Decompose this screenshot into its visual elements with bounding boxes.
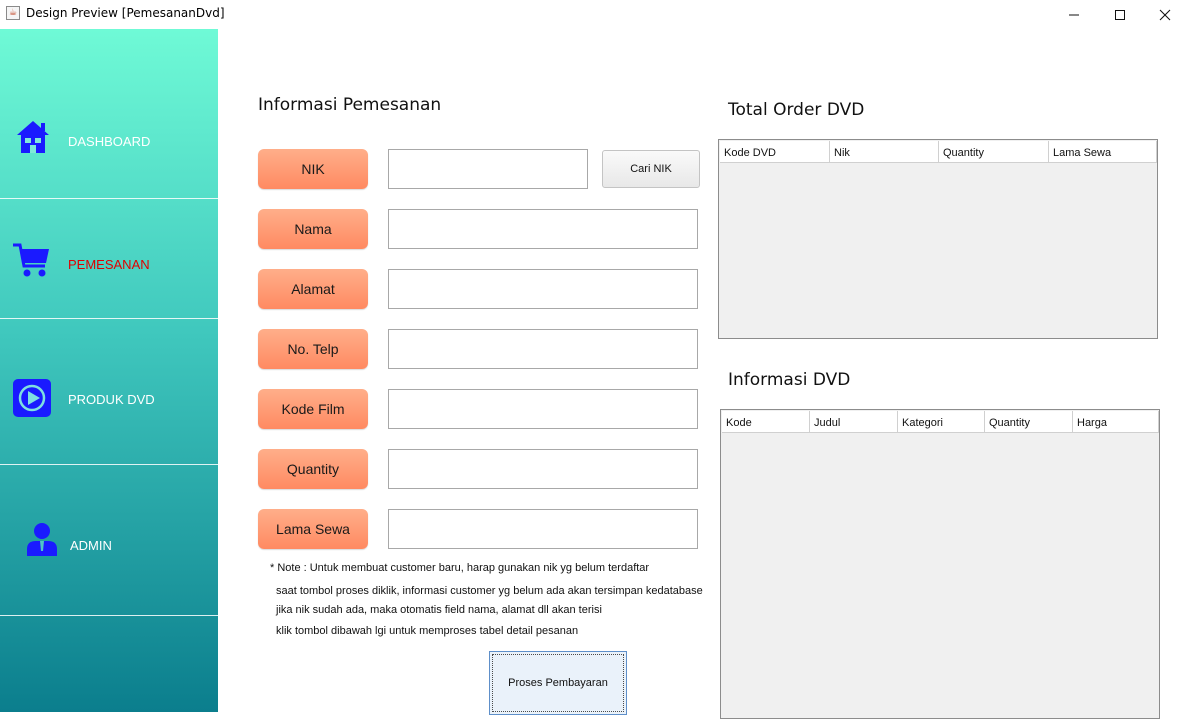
dvd-table[interactable]: Kode Judul Kategori Quantity Harga bbox=[720, 409, 1160, 719]
sidebar-item-label: ADMIN bbox=[70, 538, 112, 553]
column-header[interactable]: Judul bbox=[810, 411, 898, 433]
title-bar: ☕ Design Preview [PemesananDvd] bbox=[0, 0, 1185, 29]
sidebar-item-admin[interactable]: ADMIN bbox=[0, 465, 218, 616]
column-header[interactable]: Kode bbox=[722, 411, 810, 433]
minimize-icon bbox=[1069, 14, 1079, 15]
nama-label: Nama bbox=[258, 209, 368, 249]
lama-sewa-input[interactable] bbox=[388, 509, 698, 549]
column-header[interactable]: Quantity bbox=[939, 141, 1049, 163]
minimize-button[interactable] bbox=[1051, 0, 1097, 29]
order-table-header: Kode DVD Nik Quantity Lama Sewa bbox=[720, 141, 1157, 163]
sidebar-item-pemesanan[interactable]: PEMESANAN bbox=[0, 199, 218, 319]
cart-icon bbox=[13, 243, 49, 277]
maximize-icon bbox=[1115, 9, 1125, 20]
sidebar: DASHBOARD PEMESANAN PRODUK DVD ADMIN bbox=[0, 29, 218, 712]
column-header[interactable]: Harga bbox=[1073, 411, 1159, 433]
alamat-label: Alamat bbox=[258, 269, 368, 309]
play-icon bbox=[13, 379, 51, 417]
window-title: Design Preview [PemesananDvd] bbox=[26, 6, 225, 20]
maximize-button[interactable] bbox=[1097, 0, 1143, 29]
cari-nik-button[interactable]: Cari NIK bbox=[602, 150, 700, 188]
kode-film-label: Kode Film bbox=[258, 389, 368, 429]
no-telp-label: No. Telp bbox=[258, 329, 368, 369]
order-table[interactable]: Kode DVD Nik Quantity Lama Sewa bbox=[718, 139, 1158, 339]
no-telp-input[interactable] bbox=[388, 329, 698, 369]
sidebar-item-dashboard[interactable]: DASHBOARD bbox=[0, 29, 218, 199]
sidebar-item-produk-dvd[interactable]: PRODUK DVD bbox=[0, 319, 218, 465]
nama-input[interactable] bbox=[388, 209, 698, 249]
alamat-input[interactable] bbox=[388, 269, 698, 309]
note-line: saat tombol proses diklik, informasi cus… bbox=[276, 585, 703, 597]
dvd-table-header: Kode Judul Kategori Quantity Harga bbox=[722, 411, 1159, 433]
column-header[interactable]: Quantity bbox=[985, 411, 1073, 433]
sidebar-item-label: PRODUK DVD bbox=[68, 392, 155, 407]
sidebar-item-label: DASHBOARD bbox=[68, 134, 151, 149]
column-header[interactable]: Lama Sewa bbox=[1049, 141, 1157, 163]
column-header[interactable]: Nik bbox=[830, 141, 939, 163]
nik-input[interactable] bbox=[388, 149, 588, 189]
proses-pembayaran-button[interactable]: Proses Pembayaran bbox=[489, 651, 627, 715]
quantity-input[interactable] bbox=[388, 449, 698, 489]
order-table-title: Total Order DVD bbox=[728, 100, 865, 120]
note-line: jika nik sudah ada, maka otomatis field … bbox=[276, 604, 602, 616]
nik-label: NIK bbox=[258, 149, 368, 189]
note-line: klik tombol dibawah lgi untuk memproses … bbox=[276, 625, 579, 637]
form-title: Informasi Pemesanan bbox=[258, 95, 442, 115]
user-icon bbox=[27, 523, 57, 556]
column-header[interactable]: Kategori bbox=[898, 411, 985, 433]
sidebar-item-label: PEMESANAN bbox=[68, 257, 150, 272]
quantity-label: Quantity bbox=[258, 449, 368, 489]
close-icon bbox=[1159, 9, 1171, 20]
column-header[interactable]: Kode DVD bbox=[720, 141, 830, 163]
home-icon bbox=[17, 121, 49, 153]
lama-sewa-label: Lama Sewa bbox=[258, 509, 368, 549]
close-button[interactable] bbox=[1142, 0, 1185, 29]
note-line: * Note : Untuk membuat customer baru, ha… bbox=[270, 562, 650, 574]
java-app-icon: ☕ bbox=[6, 6, 20, 20]
kode-film-input[interactable] bbox=[388, 389, 698, 429]
dvd-table-title: Informasi DVD bbox=[728, 370, 851, 390]
